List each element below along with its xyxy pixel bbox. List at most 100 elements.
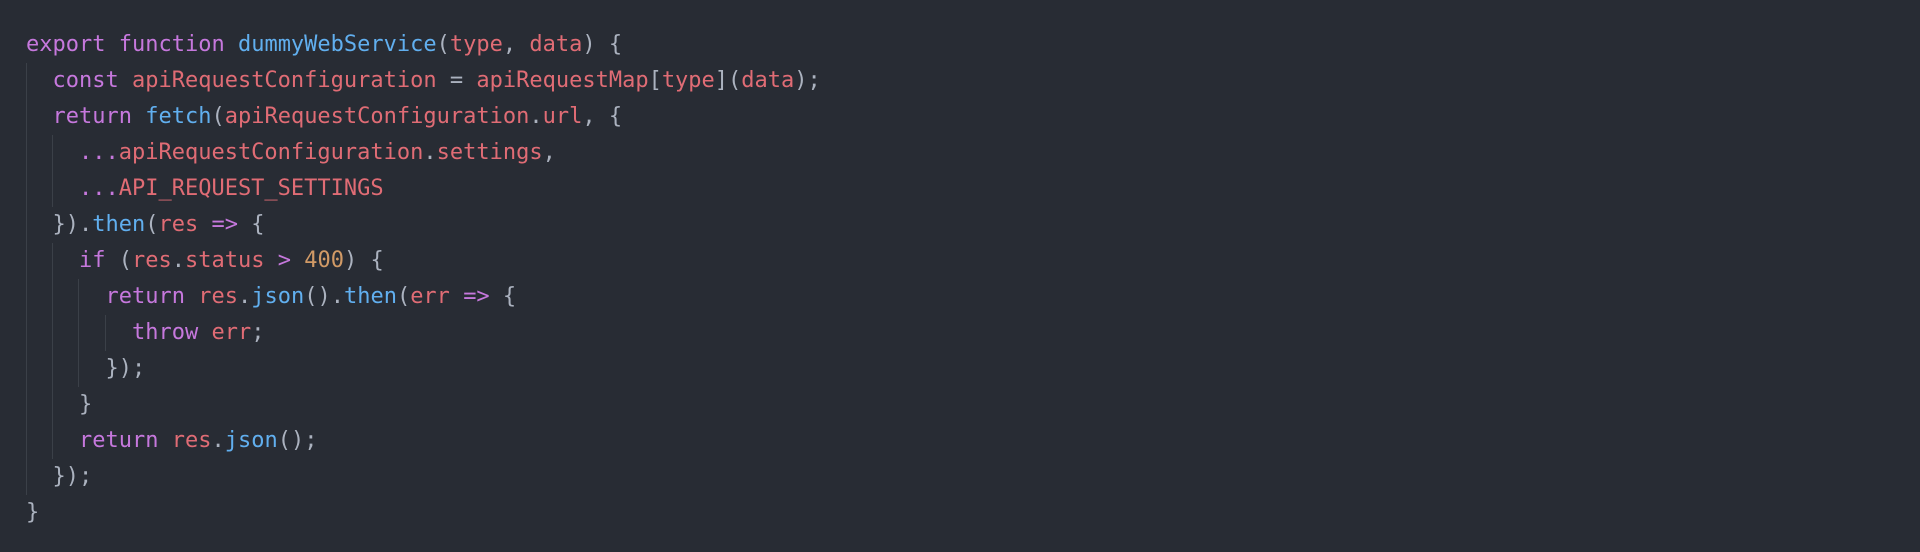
code-line[interactable]: } xyxy=(26,387,1920,423)
code-token-function: dummyWebService xyxy=(237,32,437,57)
code-line[interactable]: }); xyxy=(26,459,1920,495)
code-token-punct: . xyxy=(423,140,437,165)
code-token-punct xyxy=(198,212,211,237)
code-token-keyword: if xyxy=(78,248,106,273)
code-token-punct: [ xyxy=(648,68,662,93)
code-token-punct xyxy=(225,32,238,57)
code-token-punct: , xyxy=(502,32,530,57)
code-line[interactable]: if (res.status > 400) { xyxy=(26,243,1920,279)
code-token-variable: err xyxy=(410,284,450,309)
code-token-operator: => xyxy=(463,284,490,309)
code-token-punct: ; xyxy=(251,320,265,345)
code-token-punct: . xyxy=(529,104,543,129)
code-token-punct xyxy=(105,32,118,57)
code-token-function: fetch xyxy=(145,104,212,129)
code-token-variable: err xyxy=(211,320,252,345)
code-token-keyword: ... xyxy=(78,140,119,165)
code-token-variable: data xyxy=(741,68,795,93)
code-token-punct: , xyxy=(542,140,556,165)
code-line[interactable]: ...API_REQUEST_SETTINGS xyxy=(26,171,1920,207)
code-token-punct xyxy=(119,68,132,93)
code-token-keyword: throw xyxy=(131,320,199,345)
code-token-keyword: const xyxy=(52,68,119,93)
code-line[interactable]: ...apiRequestConfiguration.settings, xyxy=(26,135,1920,171)
code-token-punct: ) { xyxy=(582,32,623,57)
code-token-keyword: return xyxy=(78,428,159,453)
code-token-operator: => xyxy=(211,212,238,237)
code-token-punct xyxy=(198,320,211,345)
code-token-punct: . xyxy=(171,248,185,273)
code-token-punct: }) xyxy=(52,212,80,237)
code-token-punct: . xyxy=(330,284,344,309)
code-token-punct: } xyxy=(78,392,93,417)
code-token-variable: apiRequestConfiguration xyxy=(224,104,530,129)
code-token-punct: . xyxy=(79,212,93,237)
code-token-variable: apiRequestMap xyxy=(476,68,649,93)
code-token-punct: ( xyxy=(396,284,411,309)
code-token-punct: () xyxy=(304,284,331,309)
code-token-variable: apiRequestConfiguration xyxy=(118,140,424,165)
code-token-variable: type xyxy=(449,32,503,57)
code-token-function: json xyxy=(224,428,278,453)
code-token-punct: ]( xyxy=(714,68,742,93)
code-token-punct: { xyxy=(489,284,517,309)
code-token-variable: res xyxy=(131,248,172,273)
code-token-punct xyxy=(132,104,145,129)
code-token-keyword: return xyxy=(52,104,132,129)
code-token-function: json xyxy=(251,284,305,309)
code-token-operator: > xyxy=(277,248,291,273)
code-token-punct: , { xyxy=(582,104,623,129)
code-token-punct: ) { xyxy=(343,248,384,273)
code-line[interactable]: return fetch(apiRequestConfiguration.url… xyxy=(26,99,1920,135)
code-line[interactable]: } xyxy=(26,495,1920,531)
code-line[interactable]: const apiRequestConfiguration = apiReque… xyxy=(26,63,1920,99)
code-token-punct: ( xyxy=(105,248,132,273)
code-token-variable: res xyxy=(198,284,238,309)
code-token-number: 400 xyxy=(304,248,344,273)
code-token-keyword: return xyxy=(105,284,185,309)
code-token-punct: (); xyxy=(277,428,318,453)
code-token-variable: res xyxy=(171,428,212,453)
code-line[interactable]: }); xyxy=(26,351,1920,387)
code-token-variable: data xyxy=(529,32,583,57)
code-line[interactable]: }).then(res => { xyxy=(26,207,1920,243)
code-token-punct xyxy=(185,284,198,309)
code-line[interactable]: throw err; xyxy=(26,315,1920,351)
code-token-punct: ( xyxy=(145,212,159,237)
code-token-keyword: function xyxy=(118,32,225,57)
code-token-keyword: export xyxy=(26,32,106,57)
code-token-punct xyxy=(450,284,463,309)
code-token-variable: apiRequestConfiguration xyxy=(131,68,437,93)
code-token-variable: settings xyxy=(436,140,543,165)
code-line[interactable]: export function dummyWebService(type, da… xyxy=(26,27,1920,63)
code-token-function: then xyxy=(92,212,146,237)
code-token-punct: }); xyxy=(52,464,93,489)
code-token-variable: res xyxy=(158,212,199,237)
code-token-variable: API_REQUEST_SETTINGS xyxy=(118,176,384,201)
code-token-variable: url xyxy=(542,104,583,129)
code-token-punct: ); xyxy=(794,68,821,93)
code-token-punct: }); xyxy=(105,356,146,381)
code-token-punct: { xyxy=(237,212,265,237)
code-line[interactable]: return res.json().then(err => { xyxy=(26,279,1920,315)
code-area[interactable]: export function dummyWebService ( type, da… xyxy=(26,27,1920,531)
code-token-punct xyxy=(264,248,277,273)
code-token-punct: = xyxy=(436,68,477,93)
code-token-punct xyxy=(291,248,304,273)
code-token-punct xyxy=(158,428,171,453)
code-token-punct: . xyxy=(237,284,252,309)
code-editor[interactable]: export function dummyWebService ( type, da… xyxy=(0,0,1920,552)
code-line[interactable]: return res.json(); xyxy=(26,423,1920,459)
code-token-variable: status xyxy=(184,248,265,273)
code-token-variable: type xyxy=(661,68,715,93)
